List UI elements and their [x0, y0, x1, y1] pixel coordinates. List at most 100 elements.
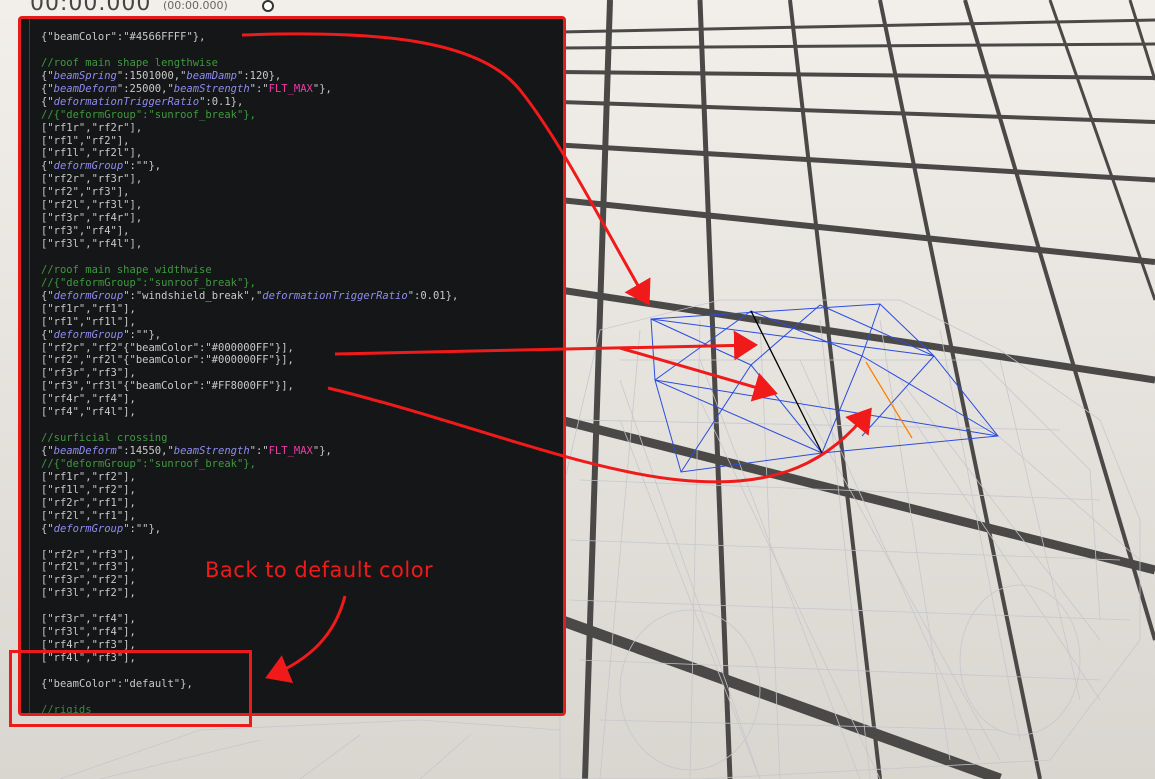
code-token: {" [41, 522, 54, 535]
code-token: beamColor [53, 31, 111, 43]
code-token: ":" [110, 31, 130, 43]
code-line: ["rf1","rf2"], [41, 135, 458, 148]
code-token: ["rf1r","rf2"], [41, 470, 136, 483]
timeline-scrub-handle[interactable] [262, 0, 274, 12]
code-token: ":120}, [237, 69, 282, 82]
code-token: ["rf4","rf4l"], [41, 406, 136, 419]
code-token: "}, [312, 82, 332, 95]
code-token: ["rf3l","rf2"], [41, 587, 136, 600]
code-editor-panel[interactable]: {"beamColor":"#4566FFFF"}, //roof main s… [18, 16, 566, 716]
code-token: beamStrength [173, 82, 250, 95]
code-token: ["rf1r","rf2r"], [41, 121, 143, 134]
code-token: ["rf3r","rf3"], [41, 367, 136, 380]
code-token: ":" [249, 445, 269, 457]
code-token: ["rf2","rf2l"{"beamColor":"#000000FF"}], [41, 354, 294, 367]
code-line: ["rf2","rf3"], [41, 186, 458, 199]
code-token: //surficial crossing [41, 432, 168, 445]
code-token: {" [41, 69, 54, 82]
code-token: FLT_MAX [268, 82, 313, 95]
code-token: ["rf1l","rf2"], [41, 483, 136, 496]
code-line: {"deformationTriggerRatio":0.1}, [41, 96, 458, 109]
code-token: ["rf2l","rf3"], [41, 561, 136, 574]
code-token: ["rf3","rf4"], [41, 225, 130, 238]
code-token: ["rf2","rf3"], [41, 186, 130, 199]
code-token: ["rf3r","rf4r"], [41, 212, 143, 225]
code-line: ["rf3l","rf2"], [41, 587, 458, 600]
code-token: ":""}, [123, 522, 162, 535]
code-line: {"deformGroup":""}, [41, 329, 458, 342]
code-token: beamDeform [53, 445, 117, 457]
code-token: ["rf2l","rf1"], [41, 509, 136, 522]
code-token: ["rf1","rf1l"], [41, 315, 136, 328]
editor-gutter [29, 19, 30, 713]
code-token: ["rf3","rf3l"{"beamColor":"#FF8000FF"}], [41, 380, 294, 393]
code-token: ["rf3r","rf2"], [41, 574, 136, 587]
highlight-box-default-color [9, 650, 252, 727]
code-token: ["rf2r","rf3r"], [41, 173, 143, 186]
code-token: deformGroup [53, 328, 124, 341]
code-line: {"beamDeform":25000,"beamStrength":"FLT_… [41, 83, 458, 96]
code-line: {"beamDeform":14550,"beamStrength":"FLT_… [41, 445, 458, 458]
code-line: ["rf4r","rf4"], [41, 393, 458, 406]
code-line: ["rf1l","rf2"], [41, 484, 458, 497]
code-token: ":""}, [123, 160, 162, 173]
code-token: ["rf4r","rf4"], [41, 393, 136, 406]
code-token: ["rf2r","rf2"{"beamColor":"#000000FF"}], [41, 341, 294, 354]
code-line: ["rf1","rf1l"], [41, 316, 458, 329]
code-token: {" [41, 289, 54, 302]
code-token: deformationTriggerRatio [53, 95, 200, 108]
code-line: ["rf2l","rf1"], [41, 510, 458, 523]
code-token: //{"deformGroup":"sunroof_break"}, [41, 457, 256, 470]
code-token: ["rf3l","rf4l"], [41, 238, 143, 250]
code-token: beamSpring [53, 69, 117, 82]
code-token: ["rf1r","rf1"], [41, 302, 136, 315]
code-token: ":25000," [116, 82, 174, 95]
code-line: ["rf3","rf4"], [41, 225, 458, 238]
code-token: ["rf3r","rf4"], [41, 613, 136, 626]
code-line: ["rf2","rf2l"{"beamColor":"#000000FF"}], [41, 354, 458, 367]
code-token: deformGroup [53, 289, 124, 302]
code-token: //{"deformGroup":"sunroof_break"}, [41, 108, 256, 121]
code-line: ["rf3r","rf4r"], [41, 212, 458, 225]
code-line: ["rf2r","rf1"], [41, 497, 458, 510]
code-line: ["rf3","rf3l"{"beamColor":"#FF8000FF"}], [41, 380, 458, 393]
code-token: ":" [249, 82, 269, 95]
code-token: ":"windshield_break"," [123, 289, 263, 302]
callout-label: Back to default color [205, 558, 434, 582]
code-token: //roof main shape lengthwise [41, 56, 219, 69]
code-token: beamDamp [186, 69, 237, 82]
timecode-sub-display: (00:00.000) [163, 0, 228, 12]
code-line: //{"deformGroup":"sunroof_break"}, [41, 277, 458, 290]
code-line: ["rf1l","rf2l"], [41, 147, 458, 160]
code-token: ["rf1l","rf2l"], [41, 147, 143, 160]
code-line: ["rf1r","rf2"], [41, 471, 458, 484]
timecode-display: 00:00.000 [30, 0, 152, 16]
code-token: deformGroup [53, 522, 124, 535]
code-line: //{"deformGroup":"sunroof_break"}, [41, 458, 458, 471]
code-token: ["rf3l","rf4"], [41, 626, 136, 639]
code-token: ["rf2r","rf3"], [41, 548, 136, 561]
code-line: {"beamSpring":1501000,"beamDamp":120}, [41, 70, 458, 83]
code-token: ":0.1}, [199, 95, 244, 108]
code-token: "}, [312, 445, 332, 457]
code-line: //{"deformGroup":"sunroof_break"}, [41, 109, 458, 122]
code-token: {" [41, 160, 54, 173]
code-token: {" [41, 445, 54, 457]
code-line: ["rf2r","rf2"{"beamColor":"#000000FF"}], [41, 342, 458, 355]
code-line: ["rf1r","rf1"], [41, 303, 458, 316]
code-line: ["rf2l","rf3l"], [41, 199, 458, 212]
code-line: {"deformGroup":"windshield_break","defor… [41, 290, 458, 303]
code-lines: {"beamColor":"#4566FFFF"}, //roof main s… [41, 31, 458, 713]
code-line: //roof main shape lengthwise [41, 57, 458, 70]
code-token: deformationTriggerRatio [262, 289, 408, 302]
code-token: beamStrength [173, 445, 250, 457]
code-token: //{"deformGroup":"sunroof_break"}, [41, 276, 256, 289]
code-line: ["rf2r","rf3r"], [41, 173, 458, 186]
code-line: {"beamColor":"#4566FFFF"}, [41, 31, 458, 44]
code-token: ":1501000," [116, 69, 187, 82]
code-token: ["rf1","rf2"], [41, 134, 130, 147]
code-token: ":0.01}, [407, 289, 459, 302]
